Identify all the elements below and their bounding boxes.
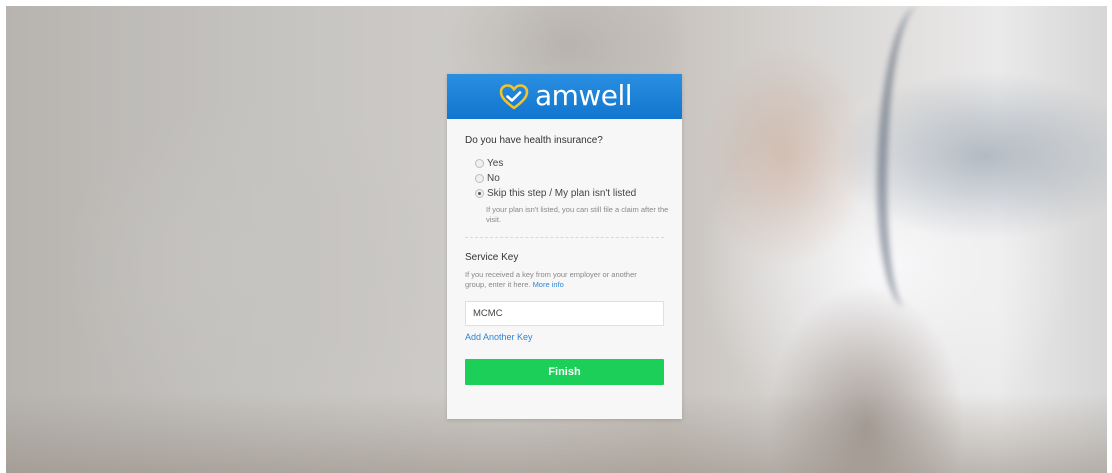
insurance-question: Do you have health insurance? bbox=[465, 135, 603, 146]
finish-button[interactable]: Finish bbox=[465, 359, 664, 385]
service-key-description: If you received a key from your employer… bbox=[465, 270, 655, 290]
dialog-body: Do you have health insurance? Yes No Ski… bbox=[447, 119, 682, 385]
add-another-key-link[interactable]: Add Another Key bbox=[465, 332, 664, 342]
more-info-link[interactable]: More info bbox=[533, 280, 564, 289]
radio-button-selected[interactable] bbox=[475, 189, 484, 198]
service-key-title: Service Key bbox=[465, 252, 519, 263]
brand-logo-text: amwell bbox=[534, 78, 633, 112]
skip-hint-text: If your plan isn't listed, you can still… bbox=[486, 205, 669, 224]
insurance-dialog: amwell Do you have health insurance? Yes… bbox=[447, 74, 682, 419]
background-stethoscope bbox=[877, 6, 947, 306]
section-divider bbox=[465, 237, 664, 238]
radio-button[interactable] bbox=[475, 174, 484, 183]
brand-header: amwell bbox=[447, 74, 682, 119]
background-photo: amwell Do you have health insurance? Yes… bbox=[6, 6, 1107, 473]
radio-button[interactable] bbox=[475, 159, 484, 168]
radio-option-skip[interactable]: Skip this step / My plan isn't listed bbox=[475, 186, 664, 201]
radio-label: Skip this step / My plan isn't listed bbox=[487, 188, 637, 199]
radio-label: No bbox=[487, 173, 500, 184]
service-key-input[interactable] bbox=[465, 301, 664, 326]
heart-check-icon bbox=[497, 82, 531, 112]
radio-option-no[interactable]: No bbox=[475, 171, 664, 186]
radio-option-yes[interactable]: Yes bbox=[475, 156, 664, 171]
radio-label: Yes bbox=[487, 158, 504, 169]
